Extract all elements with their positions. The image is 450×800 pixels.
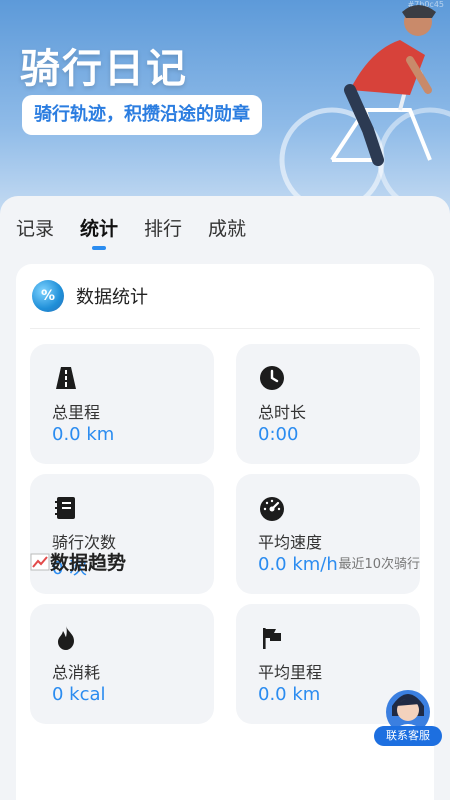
cyclist-illustration: [279, 5, 450, 200]
stat-label: 平均里程: [258, 663, 323, 682]
stats-card-title: 数据统计: [76, 287, 148, 308]
tab-ranking[interactable]: 排行: [144, 214, 182, 241]
divider: [30, 328, 420, 329]
trend-section-header: 数据趋势 最近10次骑行: [30, 548, 420, 576]
stat-value: 0:00: [258, 424, 299, 445]
flag-icon: [263, 628, 281, 649]
trend-title-text: 数据趋势: [50, 552, 127, 574]
agent-avatar-icon: [386, 690, 430, 732]
stats-card: % 数据统计 总里程 0.0 km 总时长 0:00 骑行次数 0 次 平均速度…: [16, 264, 434, 800]
chart-trend-icon: [30, 553, 50, 570]
notebook-icon: [55, 497, 75, 519]
stat-ride-count: 骑行次数 0 次: [30, 474, 214, 594]
stat-value: 0.0 km: [52, 424, 115, 445]
stat-value: 0.0 km: [258, 684, 321, 705]
stats-badge-icon: %: [32, 280, 64, 312]
stat-label: 总消耗: [52, 663, 101, 682]
trend-subtitle: 最近10次骑行: [338, 557, 420, 572]
customer-service-label: 联系客服: [374, 726, 442, 746]
flame-icon: [58, 626, 74, 650]
stat-total-distance: 总里程 0.0 km: [30, 344, 214, 464]
tab-bar: 记录 统计 排行 成就: [16, 214, 246, 241]
tab-achievements[interactable]: 成就: [208, 214, 246, 241]
stat-label: 总时长: [258, 403, 307, 422]
stat-total-calories: 总消耗 0 kcal: [30, 604, 214, 724]
tab-records[interactable]: 记录: [16, 214, 54, 241]
trend-title: 数据趋势: [30, 548, 126, 575]
speedometer-icon: [260, 497, 284, 521]
stat-label: 总里程: [52, 403, 101, 422]
stat-total-duration: 总时长 0:00: [236, 344, 420, 464]
customer-service-button[interactable]: 联系客服: [374, 682, 442, 748]
slogan: 骑行轨迹，积攒沿途的勋章: [22, 95, 262, 135]
stats-card-header: % 数据统计: [32, 278, 148, 314]
tab-statistics[interactable]: 统计: [80, 214, 118, 241]
app-title: 骑行日记: [20, 46, 188, 92]
stat-value: 0 kcal: [52, 684, 106, 705]
road-icon: [56, 367, 76, 389]
stat-average-speed: 平均速度 0.0 km/h: [236, 474, 420, 594]
clock-icon: [260, 366, 284, 390]
